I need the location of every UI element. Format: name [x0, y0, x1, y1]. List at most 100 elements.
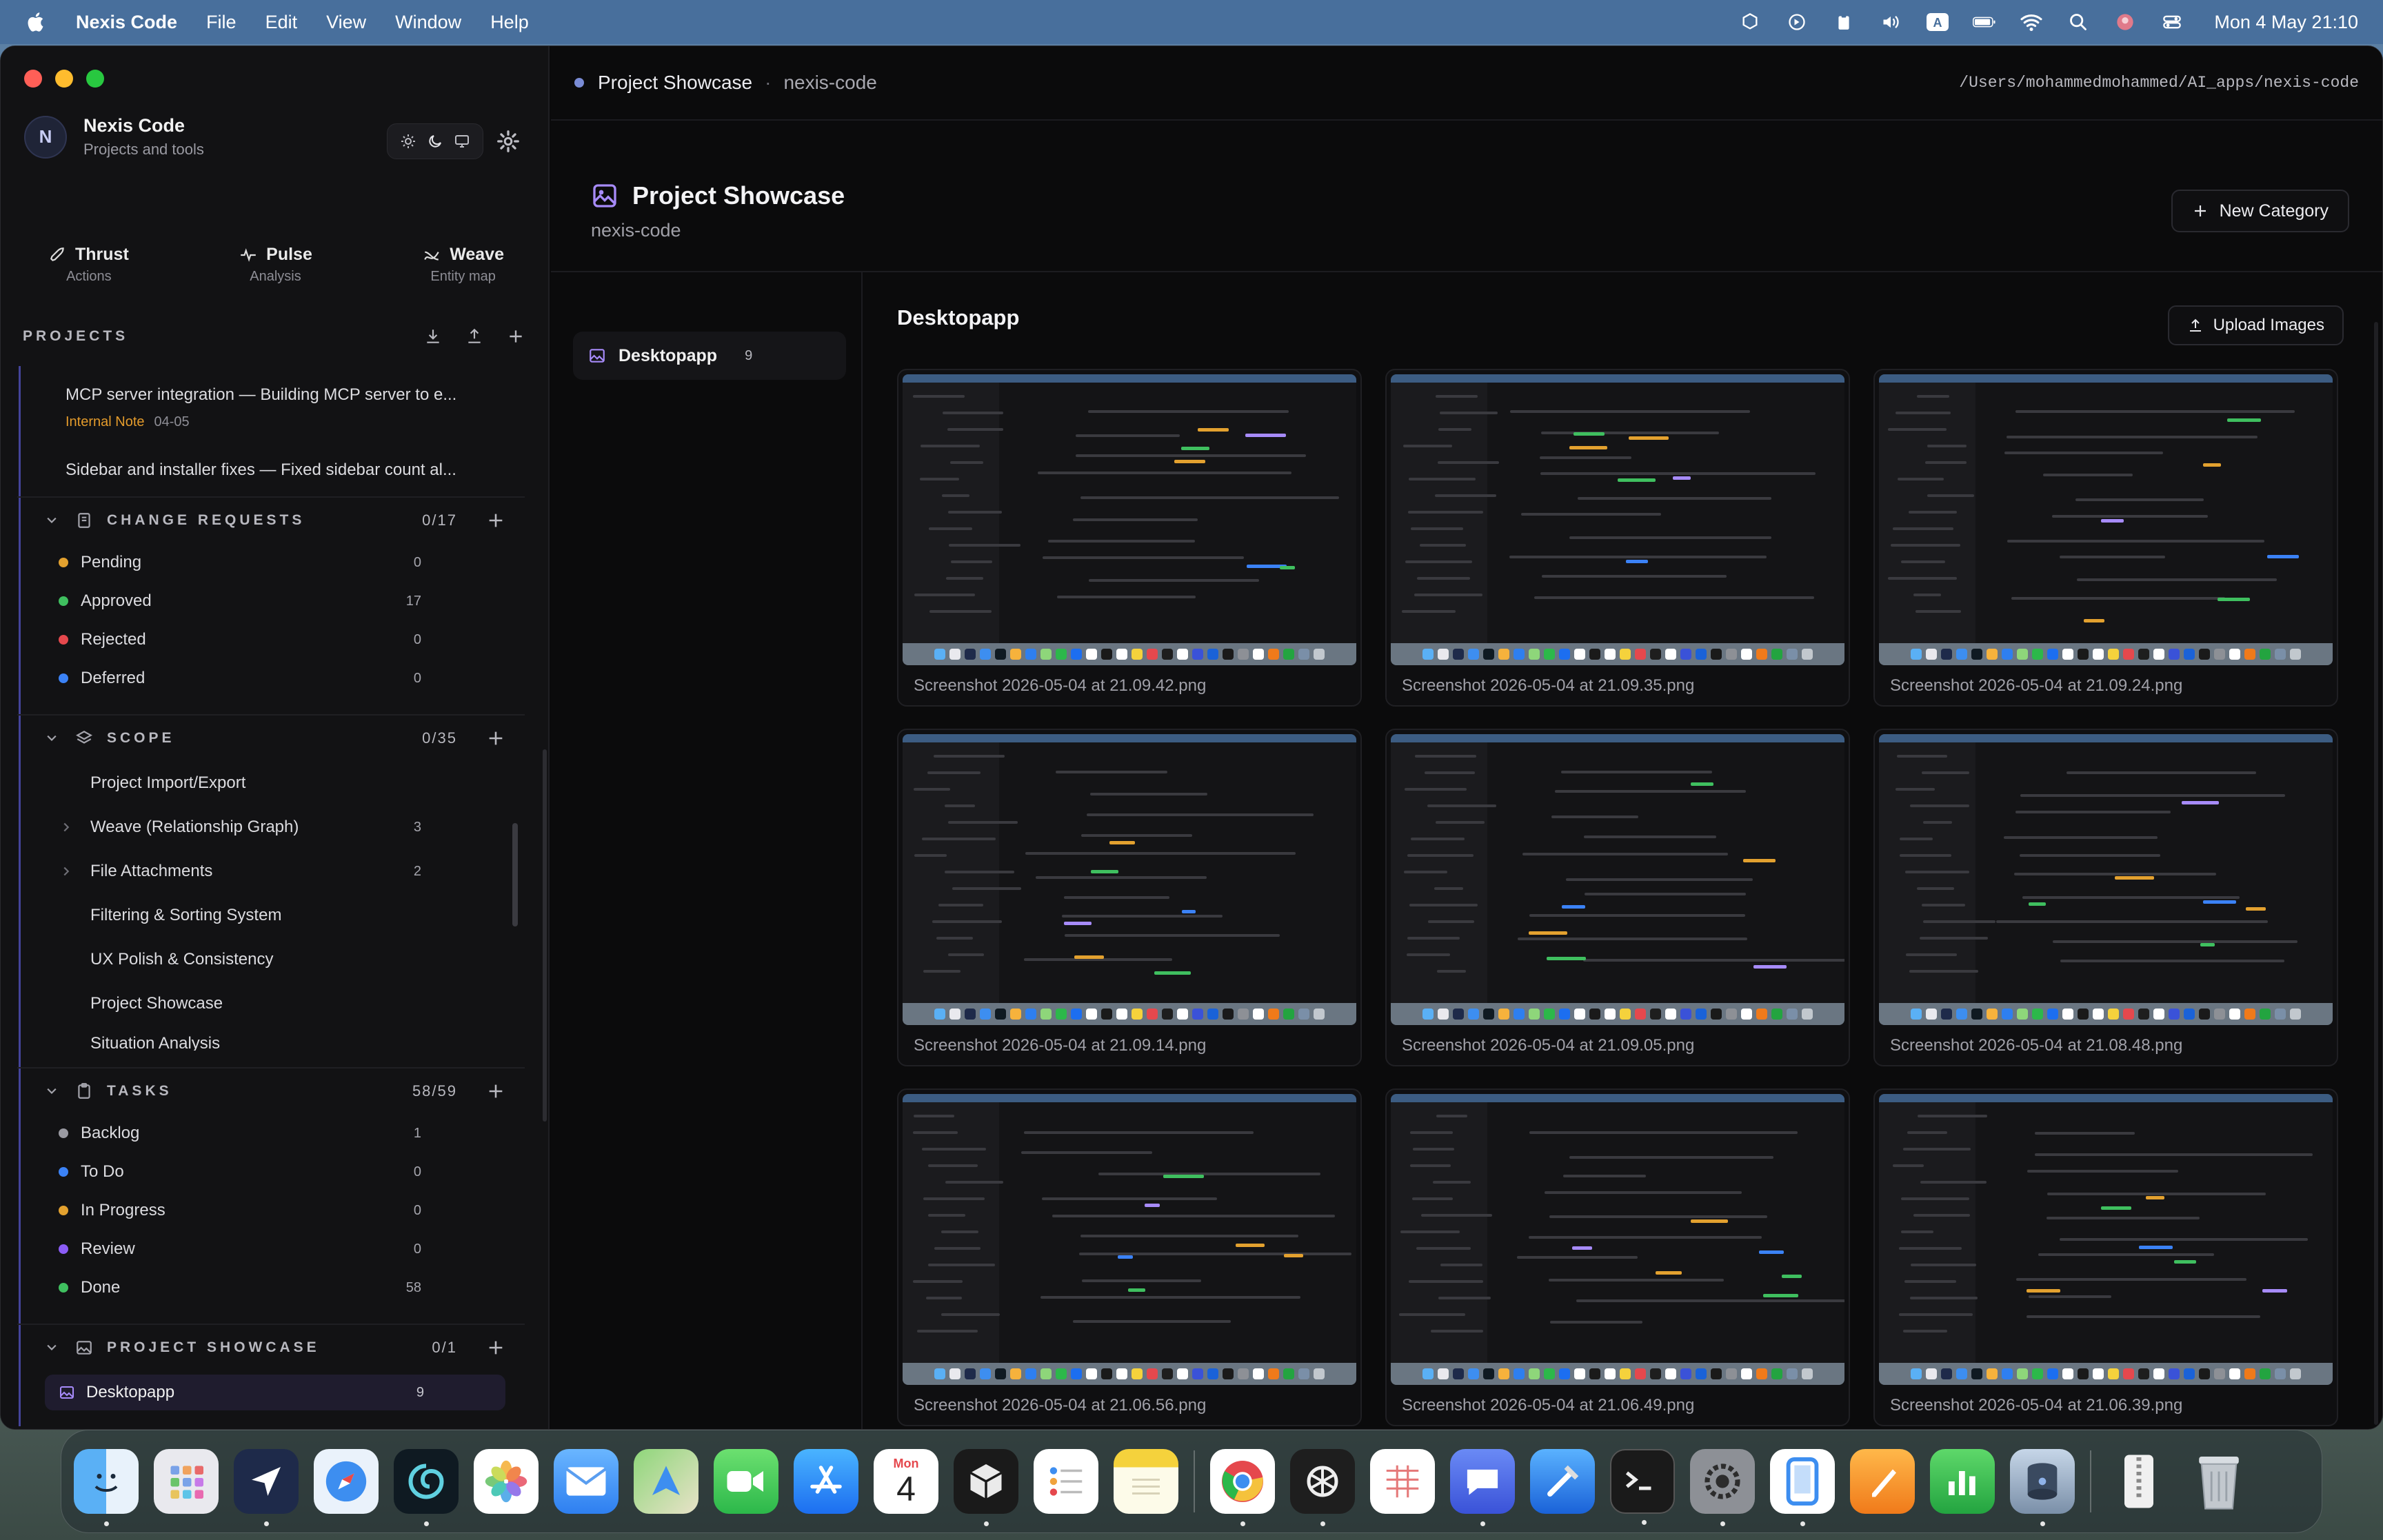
- sun-icon[interactable]: [398, 131, 419, 152]
- input-source-icon[interactable]: A: [1926, 10, 1949, 34]
- launchpad-icon[interactable]: [154, 1449, 219, 1514]
- facetime-icon[interactable]: [714, 1449, 778, 1514]
- screenshot-card[interactable]: Screenshot 2026-05-04 at 21.08.48.png: [1873, 729, 2338, 1066]
- task-status-done[interactable]: Done 58: [17, 1268, 525, 1307]
- screenshot-card[interactable]: Screenshot 2026-05-04 at 21.06.49.png: [1385, 1088, 1850, 1426]
- terminal-icon[interactable]: [1610, 1449, 1675, 1525]
- screenshot-card[interactable]: Screenshot 2026-05-04 at 21.09.14.png: [897, 729, 1362, 1066]
- chevron-right-icon[interactable]: [59, 864, 74, 879]
- menu-view[interactable]: View: [326, 12, 366, 33]
- screenshot-thumbnail[interactable]: [1391, 1094, 1844, 1385]
- calendar-icon[interactable]: Mon 4: [874, 1449, 938, 1514]
- add-scope-icon[interactable]: [486, 729, 505, 748]
- apple-menu-icon[interactable]: [25, 10, 48, 34]
- menu-file[interactable]: File: [206, 12, 237, 33]
- upload-images-button[interactable]: Upload Images: [2167, 305, 2344, 345]
- showcase-header[interactable]: PROJECT SHOWCASE 0/1: [17, 1325, 525, 1370]
- screenshot-thumbnail[interactable]: [1879, 374, 2333, 665]
- task-status-todo[interactable]: To Do 0: [17, 1153, 525, 1191]
- chevron-down-icon[interactable]: [45, 1341, 59, 1355]
- cube-app-icon[interactable]: [954, 1449, 1018, 1526]
- import-icon[interactable]: [423, 326, 443, 347]
- screenshot-card[interactable]: Screenshot 2026-05-04 at 21.09.42.png: [897, 369, 1362, 707]
- change-requests-header[interactable]: CHANGE REQUESTS 0/17: [17, 498, 525, 543]
- task-status-review[interactable]: Review 0: [17, 1230, 525, 1268]
- scope-header[interactable]: SCOPE 0/35: [17, 716, 525, 761]
- tab-weave[interactable]: Weave Entity map: [422, 245, 504, 285]
- notes-icon[interactable]: [1114, 1449, 1178, 1514]
- screenshot-thumbnail[interactable]: [1879, 1094, 2333, 1385]
- wifi-icon[interactable]: [2020, 10, 2043, 34]
- moon-icon[interactable]: [425, 131, 445, 152]
- swirl-app-icon[interactable]: [394, 1449, 459, 1526]
- chatgpt-icon[interactable]: [1290, 1449, 1355, 1526]
- breadcrumb-current[interactable]: Project Showcase: [598, 72, 752, 94]
- chevron-down-icon[interactable]: [45, 514, 59, 527]
- add-project-icon[interactable]: [505, 326, 526, 347]
- monitor-icon[interactable]: [452, 131, 472, 152]
- sidebar-scrollbar[interactable]: [543, 749, 547, 1122]
- safari-icon[interactable]: [314, 1449, 379, 1514]
- screenshot-thumbnail[interactable]: [903, 1094, 1356, 1385]
- screenshot-card[interactable]: Screenshot 2026-05-04 at 21.09.35.png: [1385, 369, 1850, 707]
- status-row-rejected[interactable]: Rejected 0: [17, 620, 525, 659]
- status-row-deferred[interactable]: Deferred 0: [17, 659, 525, 698]
- photos-icon[interactable]: [474, 1449, 539, 1514]
- screenshot-thumbnail[interactable]: [903, 374, 1356, 665]
- screenshot-card[interactable]: Screenshot 2026-05-04 at 21.06.56.png: [897, 1088, 1362, 1426]
- chat-bubble-icon[interactable]: [1450, 1449, 1515, 1526]
- add-task-icon[interactable]: [486, 1082, 505, 1101]
- chrome-icon[interactable]: [1210, 1449, 1275, 1526]
- screenshot-card[interactable]: Screenshot 2026-05-04 at 21.09.05.png: [1385, 729, 1850, 1066]
- phone-frame-icon[interactable]: [1770, 1449, 1835, 1526]
- sheet-app-icon[interactable]: [1370, 1449, 1435, 1514]
- menu-window[interactable]: Window: [395, 12, 461, 33]
- navigation-app-icon[interactable]: [234, 1449, 299, 1526]
- screenshot-card[interactable]: Screenshot 2026-05-04 at 21.06.39.png: [1873, 1088, 2338, 1426]
- minimize-window-button[interactable]: [55, 70, 73, 88]
- tab-pulse[interactable]: Pulse Analysis: [239, 245, 312, 285]
- search-icon[interactable]: [2067, 10, 2090, 34]
- menu-clock[interactable]: Mon 4 May 21:10: [2214, 12, 2358, 33]
- add-change-request-icon[interactable]: [486, 511, 505, 530]
- app-status-icon[interactable]: [1785, 10, 1809, 34]
- battery-icon[interactable]: [1973, 10, 1996, 34]
- close-window-button[interactable]: [24, 70, 42, 88]
- task-status-backlog[interactable]: Backlog 1: [17, 1114, 525, 1153]
- archive-icon[interactable]: [2107, 1449, 2171, 1514]
- screenshot-thumbnail[interactable]: [903, 734, 1356, 1025]
- avatar[interactable]: N: [24, 115, 67, 159]
- system-settings-icon[interactable]: [1690, 1449, 1755, 1526]
- status-row-approved[interactable]: Approved 17: [17, 582, 525, 620]
- scope-item[interactable]: Weave (Relationship Graph) 3: [17, 805, 525, 849]
- cube-status-icon[interactable]: [1738, 10, 1762, 34]
- menu-edit[interactable]: Edit: [265, 12, 298, 33]
- gear-icon[interactable]: [496, 129, 521, 154]
- clipboard-status-icon[interactable]: [1832, 10, 1856, 34]
- list-item[interactable]: Sidebar and installer fixes — Fixed side…: [17, 430, 525, 480]
- menu-help[interactable]: Help: [490, 12, 529, 33]
- menu-app-name[interactable]: Nexis Code: [76, 12, 177, 33]
- mail-icon[interactable]: [554, 1449, 619, 1514]
- chevron-down-icon[interactable]: [45, 731, 59, 745]
- chevron-down-icon[interactable]: [45, 1084, 59, 1098]
- export-icon[interactable]: [464, 326, 485, 347]
- screenshot-card[interactable]: Screenshot 2026-05-04 at 21.09.24.png: [1873, 369, 2338, 707]
- disk-utility-icon[interactable]: [2010, 1449, 2075, 1526]
- scope-item[interactable]: Project Showcase: [17, 982, 525, 1026]
- screenshot-thumbnail[interactable]: [1879, 734, 2333, 1025]
- breadcrumb-project[interactable]: nexis-code: [783, 72, 876, 94]
- user-status-icon[interactable]: [2113, 10, 2137, 34]
- task-status-in-progress[interactable]: In Progress 0: [17, 1191, 525, 1230]
- volume-icon[interactable]: [1879, 10, 1902, 34]
- gallery-scrollbar[interactable]: [2374, 322, 2378, 1425]
- maps-icon[interactable]: [634, 1449, 698, 1514]
- app-store-icon[interactable]: [794, 1449, 858, 1514]
- scope-item[interactable]: Project Import/Export: [17, 761, 525, 805]
- finder-icon[interactable]: [74, 1449, 139, 1526]
- scope-item[interactable]: UX Polish & Consistency: [17, 938, 525, 982]
- scope-item[interactable]: Situation Analysis: [17, 1026, 525, 1051]
- category-item-desktopapp[interactable]: Desktopapp 9: [573, 332, 846, 380]
- zoom-window-button[interactable]: [86, 70, 104, 88]
- xcode-icon[interactable]: [1530, 1449, 1595, 1514]
